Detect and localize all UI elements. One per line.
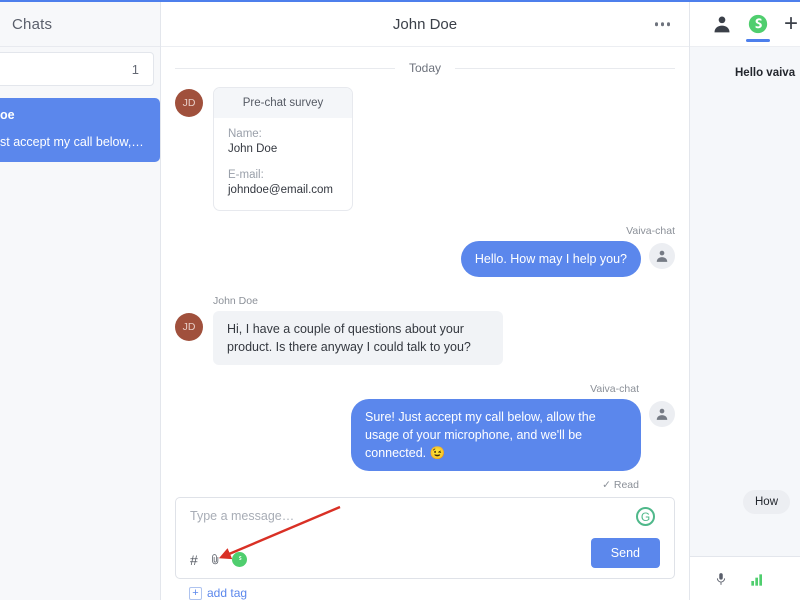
voice-call-icon[interactable] <box>231 552 247 567</box>
day-divider-label: Today <box>408 61 442 75</box>
widget-tab-contact[interactable] <box>712 2 732 47</box>
chat-list-item-name: oe <box>0 108 15 122</box>
message-composer[interactable]: Type a message… G # Send <box>175 497 675 579</box>
ellipsis-icon[interactable] <box>652 16 674 32</box>
grammarly-icon[interactable]: G <box>636 507 655 526</box>
message-group-customer-1: John Doe JD Hi, I have a couple of quest… <box>175 295 675 369</box>
widget-footer-toolbar <box>690 556 800 600</box>
status-badge: ✓ Read <box>602 479 639 491</box>
day-divider: Today <box>175 61 675 75</box>
widget-chip-message: How <box>743 490 791 514</box>
composer-wrapper: Type a message… G # Send + add tag <box>161 491 689 600</box>
vaiva-logo-icon <box>748 14 768 34</box>
divider-line-left <box>175 67 395 69</box>
survey-name-value: John Doe <box>228 143 278 155</box>
conversation-header: John Doe <box>161 2 689 47</box>
message-input[interactable]: Type a message… <box>190 509 660 523</box>
agent-avatar <box>649 401 675 427</box>
chat-count-badge: 1 <box>131 61 139 77</box>
message-row: Sure! Just accept my call below, allow t… <box>175 399 675 471</box>
plus-icon: + <box>784 10 799 37</box>
message-bubble-outgoing: Hello. How may I help you? <box>460 241 641 277</box>
add-tag-row[interactable]: + add tag <box>175 579 675 600</box>
chat-application-window: Chats 1 oe st accept my call below,… Joh… <box>0 0 800 600</box>
sidebar-title: Chats <box>12 15 53 33</box>
message-group-agent-2: Vaiva-chat Sure! Just accept my call bel… <box>175 383 675 491</box>
widget-greeting-text: Hello vaiva <box>735 67 796 79</box>
chat-list-sidebar: Chats 1 oe st accept my call below,… <box>0 2 161 600</box>
message-bubble-incoming: Hi, I have a couple of questions about y… <box>213 311 503 365</box>
survey-name-label: Name: <box>228 128 262 140</box>
message-row: JD Hi, I have a couple of questions abou… <box>175 311 675 365</box>
microphone-icon[interactable] <box>714 570 728 588</box>
hashtag-icon[interactable]: # <box>190 553 198 567</box>
person-icon <box>656 408 668 420</box>
message-group-agent-1: Vaiva-chat Hello. How may I help you? <box>175 225 675 281</box>
message-sender-label: John Doe <box>213 295 258 307</box>
conversation-panel: John Doe Today JD Pre-chat survey Name: … <box>161 2 690 600</box>
divider-line-right <box>455 67 675 69</box>
survey-email-value: johndoe@email.com <box>228 184 334 196</box>
message-sender-label: Vaiva-chat <box>626 225 675 237</box>
person-icon <box>656 250 668 262</box>
avatar: JD <box>175 89 203 117</box>
composer-toolbar: # <box>190 552 247 567</box>
add-tag-label[interactable]: add tag <box>207 586 247 600</box>
survey-email-label: E-mail: <box>228 169 264 181</box>
chat-list-item-john-doe[interactable]: oe st accept my call below,… <box>0 98 160 162</box>
widget-tab-bar: + <box>690 2 800 47</box>
signal-bars-icon[interactable] <box>750 571 766 587</box>
message-row: Hello. How may I help you? <box>175 241 675 277</box>
avatar: JD <box>175 313 203 341</box>
chat-filter-bar[interactable]: 1 <box>0 52 154 86</box>
message-row-survey: JD Pre-chat survey Name: John Doe E-mail… <box>175 87 675 211</box>
chat-list-item-preview: st accept my call below,… <box>0 135 144 149</box>
widget-tab-chat[interactable] <box>748 2 768 47</box>
conversation-title: John Doe <box>392 15 458 33</box>
chat-widget-preview-panel: + Hello vaiva How <box>690 2 800 600</box>
message-bubble-outgoing: Sure! Just accept my call below, allow t… <box>351 399 641 471</box>
widget-tab-new[interactable]: + <box>784 2 798 47</box>
send-button[interactable]: Send <box>590 538 660 568</box>
message-sender-label: Vaiva-chat <box>590 383 639 395</box>
survey-heading: Pre-chat survey <box>214 88 352 118</box>
agent-avatar <box>649 243 675 269</box>
sidebar-header: Chats <box>0 2 160 47</box>
paperclip-icon[interactable] <box>209 552 221 567</box>
widget-body: Hello vaiva How <box>690 47 800 600</box>
plus-icon[interactable]: + <box>189 586 202 600</box>
person-icon <box>714 16 730 33</box>
survey-body: Name: John Doe E-mail: johndoe@email.com <box>214 118 352 210</box>
pre-chat-survey-card: Pre-chat survey Name: John Doe E-mail: j… <box>213 87 353 211</box>
message-list[interactable]: Today JD Pre-chat survey Name: John Doe … <box>161 47 689 491</box>
